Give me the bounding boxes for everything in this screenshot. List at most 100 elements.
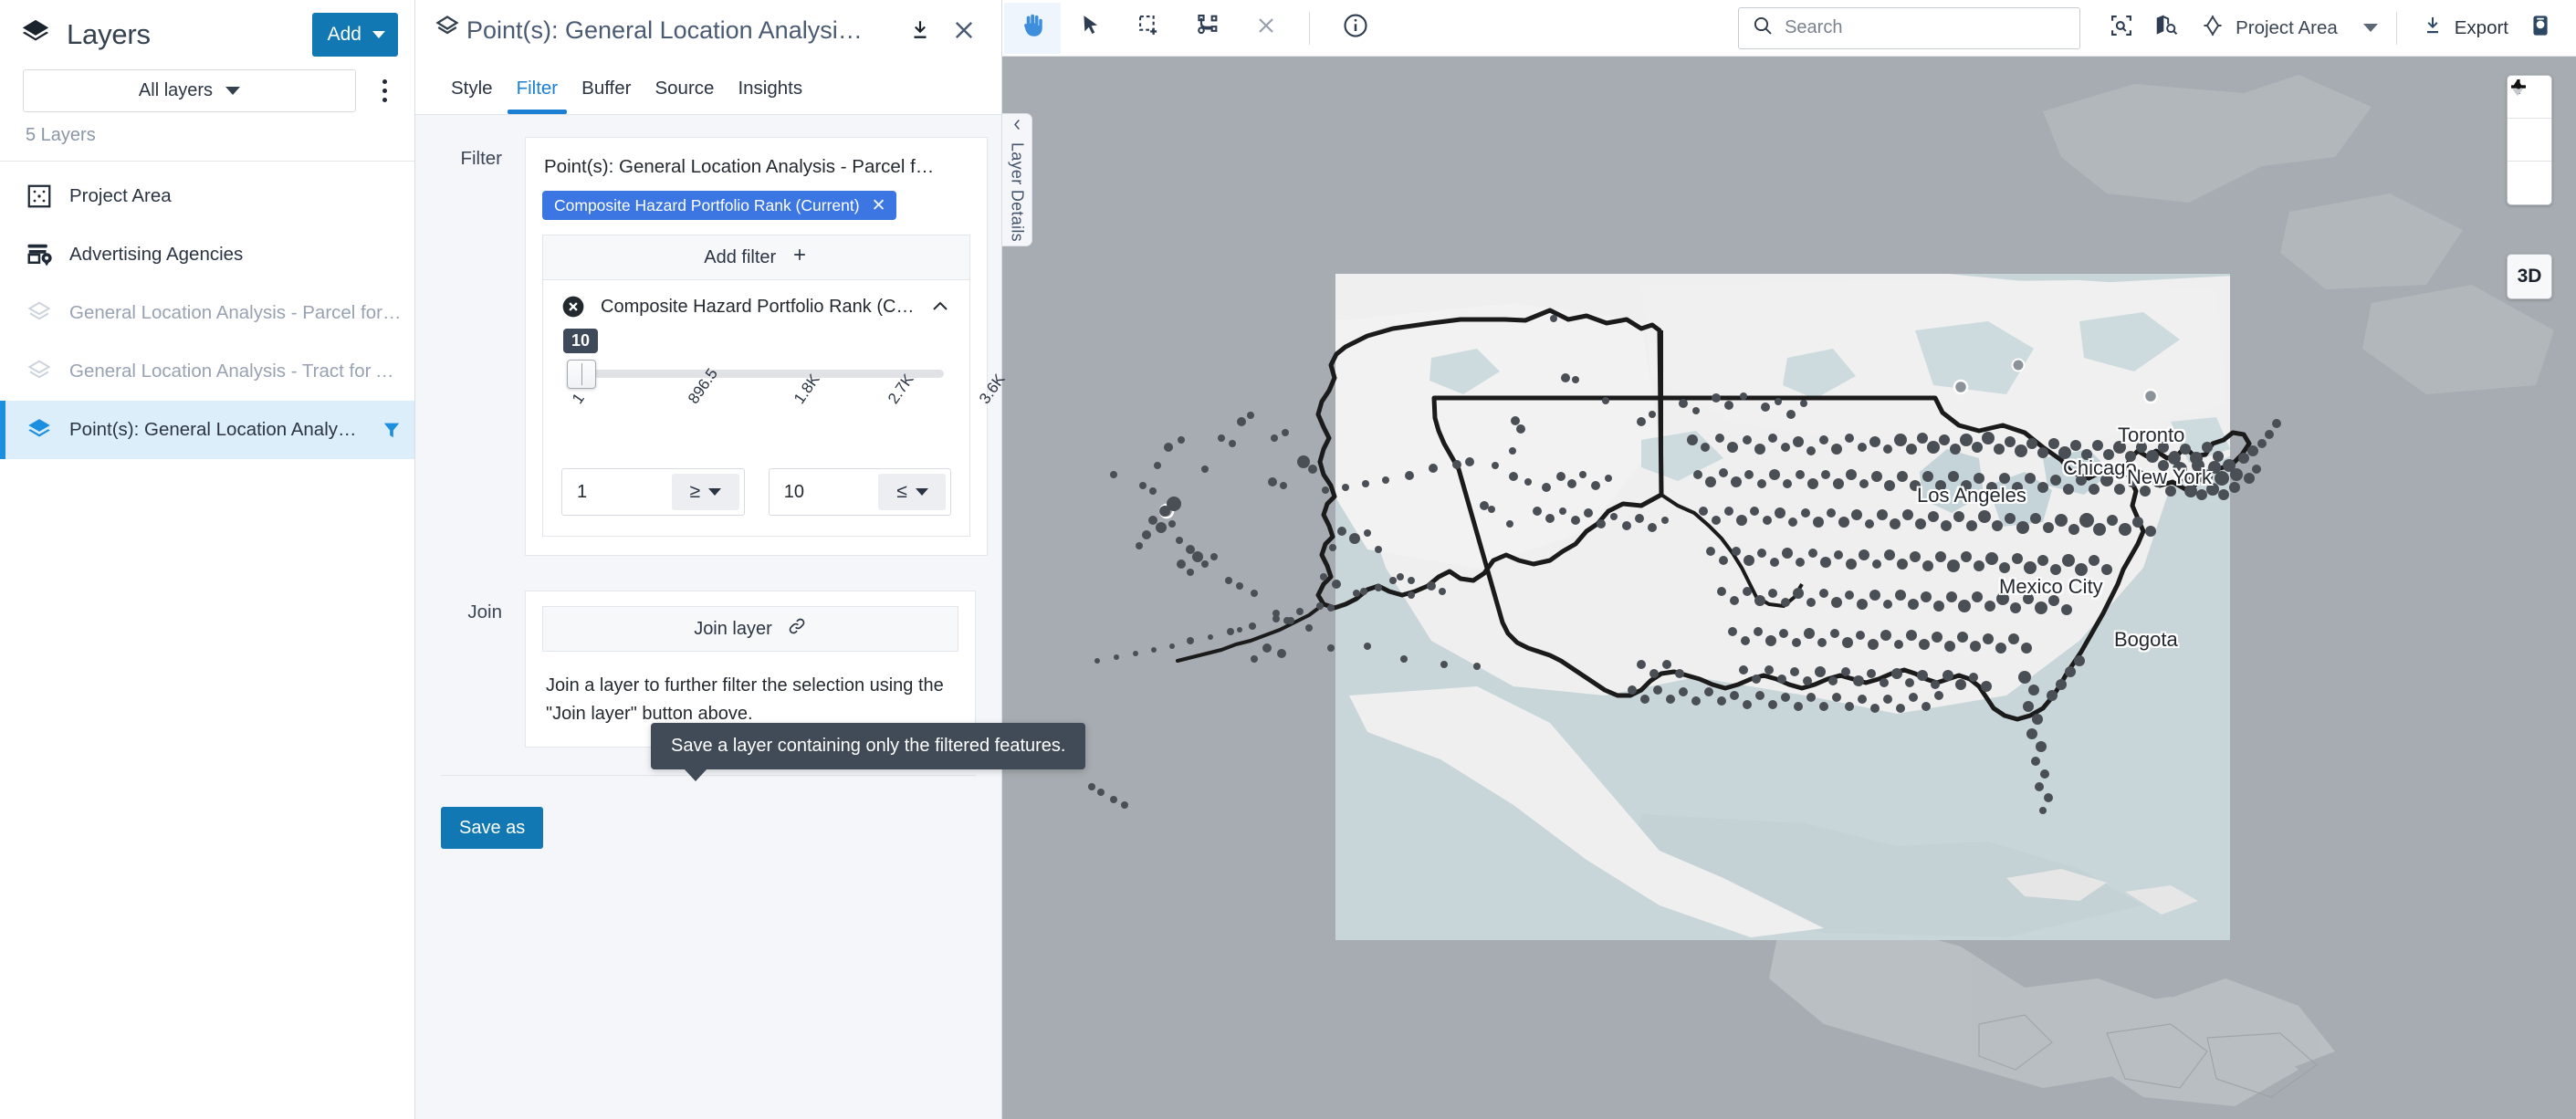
download-icon bbox=[2422, 15, 2444, 42]
range-inputs: 1 ≥ 10 ≤ bbox=[561, 468, 952, 516]
pan-tool-button[interactable] bbox=[1004, 2, 1061, 54]
tab-buffer[interactable]: Buffer bbox=[570, 78, 643, 114]
layers-title-wrap: Layers bbox=[20, 17, 312, 53]
sidebar-item-selected-layer[interactable]: Point(s): General Location Analysis - … bbox=[0, 401, 414, 459]
min-operator-label: ≥ bbox=[689, 481, 700, 502]
map-canvas[interactable]: Toronto Chicago New York Los Angeles Mex… bbox=[1002, 57, 2576, 1119]
map-graphics bbox=[1002, 57, 2576, 1119]
node-path-icon bbox=[1195, 13, 1220, 43]
layers-icon bbox=[434, 14, 461, 47]
max-operator-label: ≤ bbox=[896, 481, 907, 502]
filter-card-name: Composite Hazard Portfolio Rank (C… bbox=[601, 296, 915, 317]
zoom-out-button[interactable] bbox=[2508, 85, 2551, 162]
list-item-label: Advertising Agencies bbox=[69, 244, 244, 265]
panel-divider bbox=[441, 775, 976, 776]
layers-count: 5 Layers bbox=[0, 112, 414, 162]
cursor-arrow-icon bbox=[1079, 14, 1103, 42]
list-item-label: Project Area bbox=[69, 185, 172, 206]
clear-tool-button[interactable] bbox=[1238, 3, 1294, 54]
camera-button[interactable] bbox=[2518, 6, 2563, 50]
save-as-button[interactable]: Save as bbox=[441, 807, 544, 849]
list-item[interactable]: Advertising Agencies bbox=[0, 225, 414, 284]
chevron-down-icon bbox=[225, 87, 241, 95]
map-toolbar: Project Area Export bbox=[1002, 0, 2576, 57]
toolbar-divider bbox=[2395, 11, 2397, 45]
compass-icon[interactable] bbox=[2508, 78, 2551, 204]
layers-icon bbox=[26, 299, 53, 327]
filter-section-label: Filter bbox=[460, 148, 502, 169]
min-value[interactable]: 1 bbox=[562, 469, 667, 515]
all-layers-dropdown[interactable]: All layers bbox=[23, 69, 356, 112]
layers-icon bbox=[26, 416, 53, 444]
toggle-3d-button[interactable]: 3D bbox=[2507, 254, 2552, 299]
join-help-text: Join a layer to further filter the selec… bbox=[546, 675, 944, 724]
layer-detail-panel: Point(s): General Location Analysi… Styl… bbox=[415, 0, 1086, 1119]
remove-circle-icon[interactable] bbox=[561, 295, 585, 319]
max-range-field[interactable]: 10 ≤ bbox=[768, 468, 952, 516]
download-icon[interactable] bbox=[903, 13, 937, 47]
map-search-icon bbox=[2154, 13, 2180, 43]
camera-icon bbox=[2529, 14, 2552, 42]
list-item[interactable]: General Location Analysis - Tract for Ad… bbox=[0, 342, 414, 401]
join-layer-button[interactable]: Join layer bbox=[542, 606, 958, 652]
filter-card: Composite Hazard Portfolio Rank (C… 10 1… bbox=[542, 280, 1009, 537]
project-area-selector[interactable]: Project Area bbox=[2190, 14, 2382, 43]
max-operator-dropdown[interactable]: ≤ bbox=[878, 474, 947, 510]
range-slider[interactable]: 10 bbox=[563, 329, 945, 393]
filter-layer-name: Point(s): General Location Analysis - Pa… bbox=[544, 156, 935, 177]
marquee-plus-icon bbox=[1136, 13, 1162, 43]
list-item[interactable]: Project Area bbox=[0, 167, 414, 225]
layers-filter-row: All layers bbox=[0, 69, 414, 112]
all-layers-label: All layers bbox=[138, 80, 214, 100]
chevron-up-icon[interactable] bbox=[929, 296, 951, 318]
tab-style[interactable]: Style bbox=[439, 78, 505, 114]
box-select-tool-button[interactable] bbox=[1121, 3, 1178, 54]
join-section-label: Join bbox=[467, 601, 502, 622]
layers-more-menu-button[interactable] bbox=[369, 73, 400, 110]
add-button-label: Add bbox=[327, 24, 361, 45]
slider-thumb[interactable] bbox=[567, 360, 596, 389]
layers-icon bbox=[26, 358, 53, 385]
layer-list: Project Area Advertising Agencies Genera… bbox=[0, 162, 414, 459]
max-value[interactable]: 10 bbox=[770, 469, 874, 515]
detail-panel-header: Point(s): General Location Analysi… bbox=[415, 0, 1001, 60]
detail-panel-title-wrap: Point(s): General Location Analysi… bbox=[434, 14, 894, 47]
select-tool-button[interactable] bbox=[1063, 3, 1119, 54]
path-tool-button[interactable] bbox=[1179, 3, 1236, 54]
search-input[interactable] bbox=[1785, 17, 2068, 38]
plus-icon bbox=[791, 246, 809, 269]
page-title: Layers bbox=[67, 18, 151, 50]
kebab-dot bbox=[382, 98, 387, 102]
slider-value-bubble: 10 bbox=[563, 329, 599, 353]
chevron-left-icon bbox=[1011, 118, 1024, 136]
min-range-field[interactable]: 1 ≥ bbox=[561, 468, 745, 516]
detail-panel-tabs: Style Filter Buffer Source Insights bbox=[415, 60, 1001, 115]
info-icon bbox=[1342, 12, 1369, 44]
export-button[interactable]: Export bbox=[2413, 15, 2518, 42]
join-layer-label: Join layer bbox=[694, 618, 772, 639]
close-icon[interactable] bbox=[947, 13, 981, 47]
layers-panel-header: Layers Add bbox=[0, 0, 414, 69]
filter-active-icon[interactable] bbox=[382, 419, 402, 441]
tab-insights[interactable]: Insights bbox=[726, 78, 814, 114]
save-as-tooltip: Save a layer containing only the filtere… bbox=[651, 723, 1086, 781]
add-filter-label: Add filter bbox=[704, 246, 777, 267]
chip-remove-icon[interactable]: ✕ bbox=[872, 197, 886, 214]
list-item[interactable]: General Location Analysis - Parcel for A… bbox=[0, 284, 414, 342]
add-layer-button[interactable]: Add bbox=[311, 13, 398, 57]
store-pin-icon bbox=[26, 241, 53, 268]
layers-stack-icon bbox=[20, 17, 51, 53]
search-box[interactable] bbox=[1738, 6, 2081, 49]
tab-filter[interactable]: Filter bbox=[505, 78, 571, 114]
filter-chip[interactable]: Composite Hazard Portfolio Rank (Current… bbox=[542, 191, 896, 220]
list-item-label: Point(s): General Location Analysis - … bbox=[69, 419, 365, 440]
map-search-button[interactable] bbox=[2144, 6, 2190, 50]
layer-details-label: Layer Details bbox=[1008, 142, 1027, 242]
detail-panel-title: Point(s): General Location Analysi… bbox=[466, 16, 863, 44]
zoom-to-selection-button[interactable] bbox=[2099, 6, 2144, 50]
tab-source[interactable]: Source bbox=[643, 78, 726, 114]
layer-details-tab[interactable]: Layer Details bbox=[1002, 113, 1032, 246]
min-operator-dropdown[interactable]: ≥ bbox=[671, 474, 739, 510]
add-filter-button[interactable]: Add filter bbox=[542, 235, 971, 280]
info-button[interactable] bbox=[1327, 3, 1384, 54]
